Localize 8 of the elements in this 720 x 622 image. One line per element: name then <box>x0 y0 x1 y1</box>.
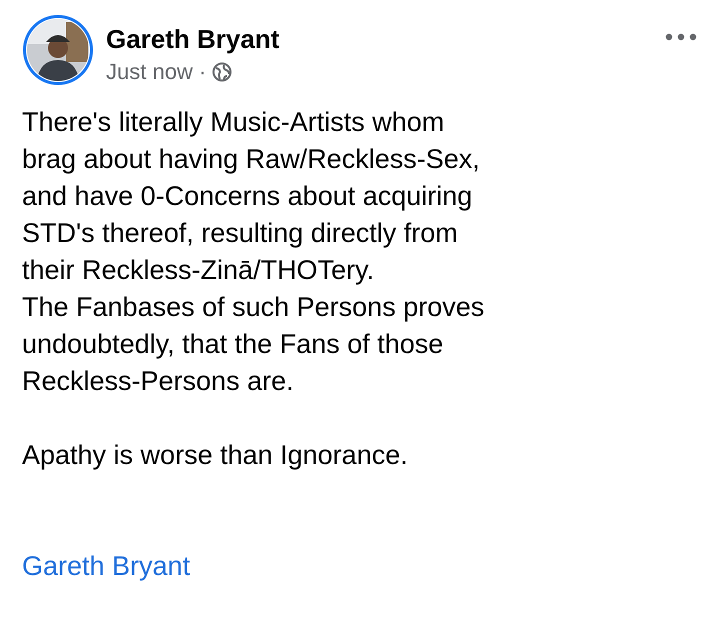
post-time: Just now <box>106 59 193 85</box>
author-link[interactable]: Gareth Bryant <box>22 548 190 585</box>
author-name[interactable]: Gareth Bryant <box>106 24 652 55</box>
separator: · <box>198 59 206 85</box>
more-options-icon[interactable] <box>664 32 698 42</box>
globe-icon <box>212 62 232 82</box>
post-text: Apathy is worse than Ignorance. <box>22 439 409 472</box>
post-text: There's literally Music-Artists whom brag about having Raw/Reckless-Sex, and have 0-Concerns about acquiring STD's thereof, resulting directly from their Reckless-Zinā/THOTery. The Fanbases of such Persons proves undoubtedly, that the Fans of those Reckless-Persons are. <box>22 106 486 398</box>
